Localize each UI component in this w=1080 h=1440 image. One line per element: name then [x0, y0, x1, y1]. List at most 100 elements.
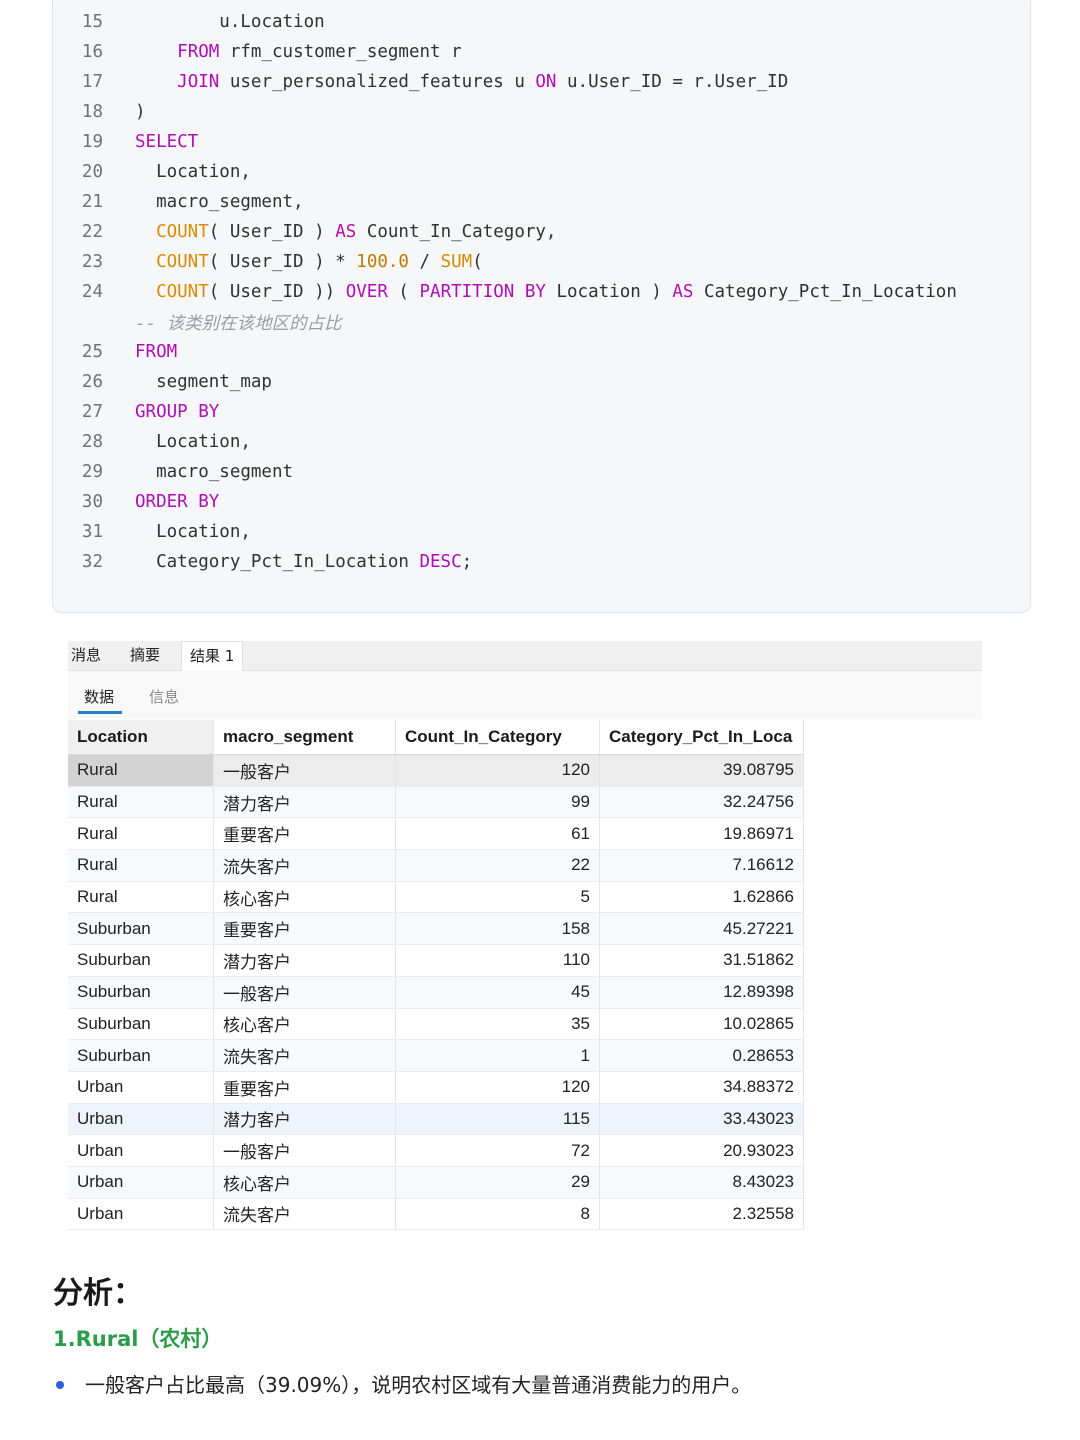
cell-count[interactable]: 8: [395, 1198, 600, 1231]
table-row[interactable]: Suburban 流失客户 1 0.28653: [68, 1039, 804, 1072]
table-row[interactable]: Rural 核心客户 5 1.62866: [68, 881, 804, 914]
cell-macro-segment[interactable]: 一般客户: [213, 1134, 396, 1167]
cell-count[interactable]: 61: [395, 817, 600, 851]
cell-count[interactable]: 110: [395, 944, 600, 977]
cell-pct[interactable]: 32.24756: [599, 786, 804, 819]
analysis-subheading-rural: 1.Rural（农村）: [53, 1327, 223, 1351]
cell-macro-segment[interactable]: 核心客户: [213, 1008, 396, 1041]
cell-pct[interactable]: 20.93023: [599, 1134, 804, 1167]
cell-pct[interactable]: 45.27221: [599, 912, 804, 946]
cell-pct[interactable]: 34.88372: [599, 1071, 804, 1104]
line-number: 31: [81, 522, 103, 542]
cell-count[interactable]: 1: [395, 1039, 600, 1072]
cell-macro-segment[interactable]: 重要客户: [213, 1071, 396, 1104]
code-text: ( User_ID ): [208, 222, 336, 242]
cell-location[interactable]: Urban: [68, 1134, 214, 1167]
cell-macro-segment[interactable]: 一般客户: [213, 754, 396, 787]
cell-pct[interactable]: 39.08795: [599, 754, 804, 787]
table-row[interactable]: Suburban 潜力客户 110 31.51862: [68, 944, 804, 977]
cell-macro-segment[interactable]: 潜力客户: [213, 786, 396, 819]
cell-count[interactable]: 158: [395, 912, 600, 946]
code-line: 20 Location,: [53, 157, 251, 187]
table-row[interactable]: Rural 一般客户 120 39.08795: [68, 754, 804, 787]
cell-pct[interactable]: 2.32558: [599, 1198, 804, 1231]
cell-pct[interactable]: 33.43023: [599, 1103, 804, 1136]
cell-location[interactable]: Rural: [68, 849, 214, 882]
cell-count[interactable]: 115: [395, 1103, 600, 1136]
cell-location[interactable]: Urban: [68, 1103, 214, 1136]
cell-count[interactable]: 120: [395, 1071, 600, 1104]
column-header-count-in-category[interactable]: Count_In_Category: [395, 720, 600, 755]
table-row[interactable]: Urban 重要客户 120 34.88372: [68, 1071, 804, 1104]
cell-location[interactable]: Suburban: [68, 1008, 214, 1041]
cell-count[interactable]: 72: [395, 1134, 600, 1167]
table-row[interactable]: Urban 一般客户 72 20.93023: [68, 1134, 804, 1167]
tab-result-1[interactable]: 结果 1: [181, 641, 244, 671]
cell-location[interactable]: Urban: [68, 1166, 214, 1199]
table-row[interactable]: Rural 流失客户 22 7.16612: [68, 849, 804, 882]
line-number: 15: [81, 12, 103, 32]
subtab-info[interactable]: 信息: [149, 686, 179, 707]
table-row[interactable]: Suburban 重要客户 158 45.27221: [68, 912, 804, 946]
cell-pct[interactable]: 7.16612: [599, 849, 804, 882]
column-header-category-pct[interactable]: Category_Pct_In_Locа: [599, 720, 804, 755]
code-text: ;: [461, 552, 473, 572]
cell-count[interactable]: 45: [395, 976, 600, 1009]
column-header-location[interactable]: Location: [68, 720, 214, 755]
cell-macro-segment[interactable]: 潜力客户: [213, 944, 396, 977]
cell-macro-segment[interactable]: 潜力客户: [213, 1103, 396, 1136]
cell-pct[interactable]: 1.62866: [599, 881, 804, 914]
cell-count[interactable]: 35: [395, 1008, 600, 1041]
cell-macro-segment[interactable]: 核心客户: [213, 1166, 396, 1199]
tab-messages[interactable]: 消息: [71, 641, 101, 670]
cell-location[interactable]: Rural: [68, 786, 214, 819]
code-text: Location,: [156, 522, 251, 542]
cell-macro-segment[interactable]: 流失客户: [213, 1039, 396, 1072]
code-text: /: [408, 252, 441, 272]
subtab-data[interactable]: 数据: [84, 686, 114, 707]
table-row[interactable]: Urban 流失客户 8 2.32558: [68, 1198, 804, 1231]
cell-location[interactable]: Urban: [68, 1071, 214, 1104]
code-function: COUNT: [156, 282, 209, 302]
table-row[interactable]: Suburban 一般客户 45 12.89398: [68, 976, 804, 1009]
cell-location[interactable]: Suburban: [68, 944, 214, 977]
table-row[interactable]: Rural 潜力客户 99 32.24756: [68, 786, 804, 819]
result-grid[interactable]: Location macro_segment Count_In_Category…: [68, 720, 811, 1231]
cell-pct[interactable]: 12.89398: [599, 976, 804, 1009]
table-row[interactable]: Rural 重要客户 61 19.86971: [68, 817, 804, 851]
cell-location[interactable]: Rural: [68, 881, 214, 914]
result-table[interactable]: Location macro_segment Count_In_Category…: [68, 720, 804, 1231]
cell-macro-segment[interactable]: 流失客户: [213, 849, 396, 882]
code-text: ( User_ID ) *: [208, 252, 357, 272]
table-row[interactable]: Suburban 核心客户 35 10.02865: [68, 1008, 804, 1041]
cell-location[interactable]: Urban: [68, 1198, 214, 1231]
cell-count[interactable]: 120: [395, 754, 600, 787]
cell-pct[interactable]: 8.43023: [599, 1166, 804, 1199]
cell-location[interactable]: Rural: [68, 754, 214, 787]
cell-macro-segment[interactable]: 流失客户: [213, 1198, 396, 1231]
cell-pct[interactable]: 31.51862: [599, 944, 804, 977]
table-row[interactable]: Urban 潜力客户 115 33.43023: [68, 1103, 804, 1136]
column-header-macro-segment[interactable]: macro_segment: [213, 720, 396, 755]
cell-macro-segment[interactable]: 重要客户: [213, 912, 396, 946]
table-row[interactable]: Urban 核心客户 29 8.43023: [68, 1166, 804, 1199]
cell-macro-segment[interactable]: 重要客户: [213, 817, 396, 851]
tab-summary[interactable]: 摘要: [130, 641, 160, 670]
cell-location[interactable]: Suburban: [68, 912, 214, 946]
cell-count[interactable]: 29: [395, 1166, 600, 1199]
cell-location[interactable]: Suburban: [68, 1039, 214, 1072]
cell-pct[interactable]: 0.28653: [599, 1039, 804, 1072]
cell-pct[interactable]: 19.86971: [599, 817, 804, 851]
cell-location[interactable]: Suburban: [68, 976, 214, 1009]
cell-count[interactable]: 5: [395, 881, 600, 914]
cell-count[interactable]: 99: [395, 786, 600, 819]
cell-count[interactable]: 22: [395, 849, 600, 882]
cell-pct[interactable]: 10.02865: [599, 1008, 804, 1041]
cell-macro-segment[interactable]: 核心客户: [213, 881, 396, 914]
cell-location[interactable]: Rural: [68, 817, 214, 851]
cell-macro-segment[interactable]: 一般客户: [213, 976, 396, 1009]
